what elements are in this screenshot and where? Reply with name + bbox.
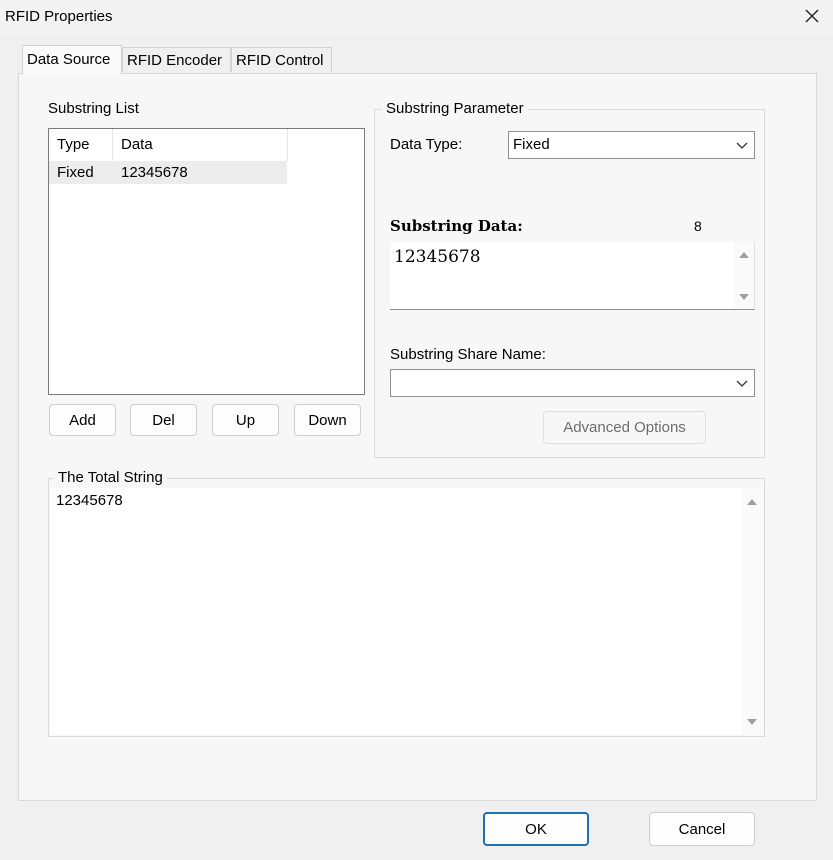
substring-data-label: Substring Data: (390, 217, 523, 235)
total-string-scrollbar[interactable] (741, 488, 763, 735)
tab-rfid-control[interactable]: RFID Control (231, 47, 332, 72)
down-button[interactable]: Down (294, 404, 361, 436)
substring-parameter-title: Substring Parameter (382, 100, 528, 117)
list-item-data: 12345678 (121, 164, 188, 181)
substring-data-textarea[interactable]: 12345678 (390, 242, 755, 310)
substring-data-value: 12345678 (394, 247, 481, 267)
substring-data-count: 8 (694, 218, 702, 234)
chevron-down-icon (736, 380, 748, 387)
up-button[interactable]: Up (212, 404, 279, 436)
window-title: RFID Properties (5, 8, 113, 25)
share-name-label: Substring Share Name: (390, 346, 546, 363)
data-type-label: Data Type: (390, 136, 463, 153)
substring-listbox[interactable]: Type Data Fixed 12345678 (48, 128, 365, 395)
list-item[interactable]: Fixed 12345678 (49, 161, 287, 184)
del-button[interactable]: Del (130, 404, 197, 436)
close-icon[interactable] (798, 2, 826, 30)
total-string-value: 12345678 (56, 492, 123, 509)
total-string-title: The Total String (54, 469, 167, 486)
substring-list-label: Substring List (48, 100, 139, 117)
cancel-button[interactable]: Cancel (649, 812, 755, 846)
title-bar: RFID Properties (0, 0, 833, 34)
scroll-up-icon[interactable] (738, 250, 750, 260)
scroll-down-icon[interactable] (746, 717, 758, 727)
substring-data-scrollbar[interactable] (734, 242, 754, 309)
data-type-value: Fixed (513, 136, 550, 153)
tab-label: RFID Encoder (127, 52, 223, 69)
tab-label: RFID Control (236, 52, 324, 69)
list-item-type: Fixed (57, 164, 94, 181)
tab-rfid-encoder[interactable]: RFID Encoder (122, 47, 231, 72)
column-header-data[interactable]: Data (113, 129, 288, 161)
scroll-down-icon[interactable] (738, 292, 750, 302)
share-name-select[interactable] (390, 369, 755, 397)
tab-label: Data Source (27, 51, 111, 68)
tab-data-source[interactable]: Data Source (22, 45, 122, 74)
column-header-type[interactable]: Type (49, 129, 113, 161)
add-button[interactable]: Add (49, 404, 116, 436)
total-string-textarea[interactable]: 12345678 (50, 488, 763, 735)
ok-button[interactable]: OK (483, 812, 589, 846)
advanced-options-button[interactable]: Advanced Options (543, 411, 706, 444)
chevron-down-icon (736, 142, 748, 149)
scroll-up-icon[interactable] (746, 497, 758, 507)
data-type-select[interactable]: Fixed (508, 131, 755, 159)
